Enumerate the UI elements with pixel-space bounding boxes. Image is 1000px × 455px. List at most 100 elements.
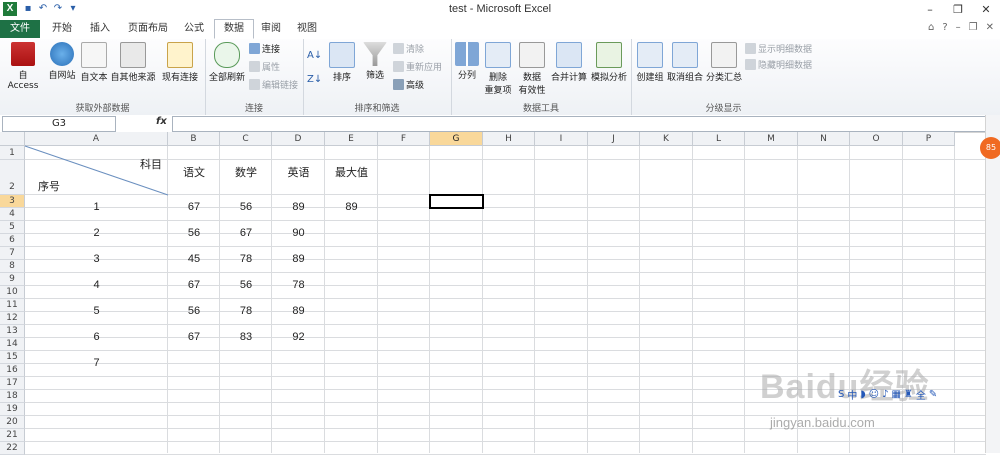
row-header-22[interactable]: 22	[0, 442, 25, 455]
ime-cn-icon[interactable]: 中	[847, 387, 857, 402]
ime-moon-icon[interactable]: ◗	[860, 389, 865, 400]
doc-minimize-icon[interactable]: –	[956, 22, 961, 33]
doc-close-icon[interactable]: ✕	[986, 22, 994, 33]
edit-links-button[interactable]: 编辑链接	[249, 79, 298, 93]
data-validation-button[interactable]: 数据 有效性	[515, 42, 549, 96]
ime-full-icon[interactable]: 全	[916, 387, 926, 402]
column-header-e[interactable]: E	[325, 132, 378, 146]
minimize-button[interactable]: –	[916, 0, 944, 20]
doc-restore-icon[interactable]: ❐	[969, 22, 978, 33]
row-header-14[interactable]: 14	[0, 338, 25, 351]
row-header-15[interactable]: 15	[0, 351, 25, 364]
reapply-button[interactable]: 重新应用	[393, 61, 442, 75]
group-button[interactable]: 创建组	[633, 42, 667, 83]
subtotal-button[interactable]: 分类汇总	[705, 42, 743, 83]
from-text-button[interactable]: 自文本	[80, 42, 108, 83]
ungroup-button[interactable]: 取消组合	[667, 42, 703, 83]
row-header-9[interactable]: 9	[0, 273, 25, 286]
ribbon-minimize-icon[interactable]: ⌂	[928, 22, 934, 33]
close-button[interactable]: ✕	[972, 0, 1000, 20]
column-header-k[interactable]: K	[640, 132, 693, 146]
help-icon[interactable]: ?	[942, 22, 947, 33]
row-header-19[interactable]: 19	[0, 403, 25, 416]
row-header-20[interactable]: 20	[0, 416, 25, 429]
row-header-4[interactable]: 4	[0, 208, 25, 221]
grid-line	[25, 272, 986, 273]
column-header-n[interactable]: N	[798, 132, 850, 146]
column-header-i[interactable]: I	[535, 132, 588, 146]
refresh-all-button[interactable]: 全部刷新	[208, 42, 246, 83]
sort-descending-icon[interactable]: Z↓	[307, 73, 322, 87]
column-header-g[interactable]: G	[430, 132, 483, 146]
row-header-1[interactable]: 1	[0, 146, 25, 160]
column-header-c[interactable]: C	[220, 132, 272, 146]
refresh-icon	[214, 42, 240, 68]
floating-badge[interactable]: 85	[980, 137, 1000, 159]
filter-button[interactable]: 筛选	[361, 42, 389, 81]
tab-data[interactable]: 数据	[214, 19, 254, 39]
row-header-8[interactable]: 8	[0, 260, 25, 273]
from-web-button[interactable]: 自网站	[46, 42, 78, 81]
properties-icon	[249, 61, 260, 72]
row-header-12[interactable]: 12	[0, 312, 25, 325]
column-header-j[interactable]: J	[588, 132, 640, 146]
column-header-f[interactable]: F	[378, 132, 430, 146]
properties-button[interactable]: 属性	[249, 61, 280, 75]
advanced-filter-icon	[393, 79, 404, 90]
tab-review[interactable]: 审阅	[254, 20, 288, 38]
column-header-a[interactable]: A	[25, 132, 168, 146]
remove-duplicates-button[interactable]: 删除 重复项	[483, 42, 513, 96]
from-other-sources-button[interactable]: 自其他来源	[110, 42, 156, 83]
insert-function-icon[interactable]: fx	[156, 116, 167, 127]
grid-line	[324, 146, 325, 453]
tab-insert[interactable]: 插入	[82, 20, 118, 38]
what-if-analysis-button[interactable]: 模拟分析	[589, 42, 629, 83]
row-header-5[interactable]: 5	[0, 221, 25, 234]
ime-logo-icon[interactable]: S	[838, 389, 844, 400]
row-header-21[interactable]: 21	[0, 429, 25, 442]
row-header-13[interactable]: 13	[0, 325, 25, 338]
tab-formulas[interactable]: 公式	[176, 20, 212, 38]
sort-button[interactable]: 排序	[327, 42, 357, 83]
restore-button[interactable]: ❐	[944, 0, 972, 20]
hide-detail-button[interactable]: 隐藏明细数据	[745, 59, 812, 73]
existing-connections-button[interactable]: 现有连接	[160, 42, 200, 83]
tab-home[interactable]: 开始	[44, 20, 80, 38]
text-to-columns-button[interactable]: 分列	[453, 42, 481, 81]
formula-input[interactable]	[172, 116, 988, 132]
ime-keyboard-icon[interactable]: ▦	[891, 389, 900, 400]
column-header-o[interactable]: O	[850, 132, 903, 146]
column-header-m[interactable]: M	[745, 132, 798, 146]
column-header-l[interactable]: L	[693, 132, 745, 146]
clear-filter-button[interactable]: 清除	[393, 43, 424, 57]
row-header-6[interactable]: 6	[0, 234, 25, 247]
show-detail-button[interactable]: 显示明细数据	[745, 43, 812, 57]
row-header-2[interactable]: 2	[0, 160, 25, 195]
column-header-b[interactable]: B	[168, 132, 220, 146]
column-header-p[interactable]: P	[903, 132, 955, 146]
advanced-filter-button[interactable]: 高级	[393, 79, 424, 93]
row-header-10[interactable]: 10	[0, 286, 25, 299]
column-header-d[interactable]: D	[272, 132, 325, 146]
sort-ascending-icon[interactable]: A↓	[307, 49, 322, 63]
tab-file[interactable]: 文件	[0, 20, 40, 38]
row-header-3[interactable]: 3	[0, 195, 25, 208]
ime-shirt-icon[interactable]: ♜	[904, 389, 913, 400]
group-sort-filter: A↓ Z↓ 排序 筛选 清除 重新应用 高级 排序和筛选	[303, 39, 452, 115]
tab-page-layout[interactable]: 页面布局	[122, 20, 174, 38]
name-box[interactable]: G3	[2, 116, 116, 132]
from-access-button[interactable]: 自 Access	[3, 42, 43, 91]
row-header-18[interactable]: 18	[0, 390, 25, 403]
row-header-16[interactable]: 16	[0, 364, 25, 377]
column-header-h[interactable]: H	[483, 132, 535, 146]
consolidate-button[interactable]: 合并计算	[551, 42, 587, 83]
row-header-11[interactable]: 11	[0, 299, 25, 312]
row-header-7[interactable]: 7	[0, 247, 25, 260]
ime-tool-icon[interactable]: ✎	[929, 389, 937, 400]
connections-button[interactable]: 连接	[249, 43, 280, 57]
row-header-17[interactable]: 17	[0, 377, 25, 390]
tab-view[interactable]: 视图	[290, 20, 324, 38]
ime-emoji-icon[interactable]: ☺	[869, 389, 879, 400]
ime-mic-icon[interactable]: ♪	[882, 389, 888, 400]
select-all-corner[interactable]	[0, 132, 25, 146]
